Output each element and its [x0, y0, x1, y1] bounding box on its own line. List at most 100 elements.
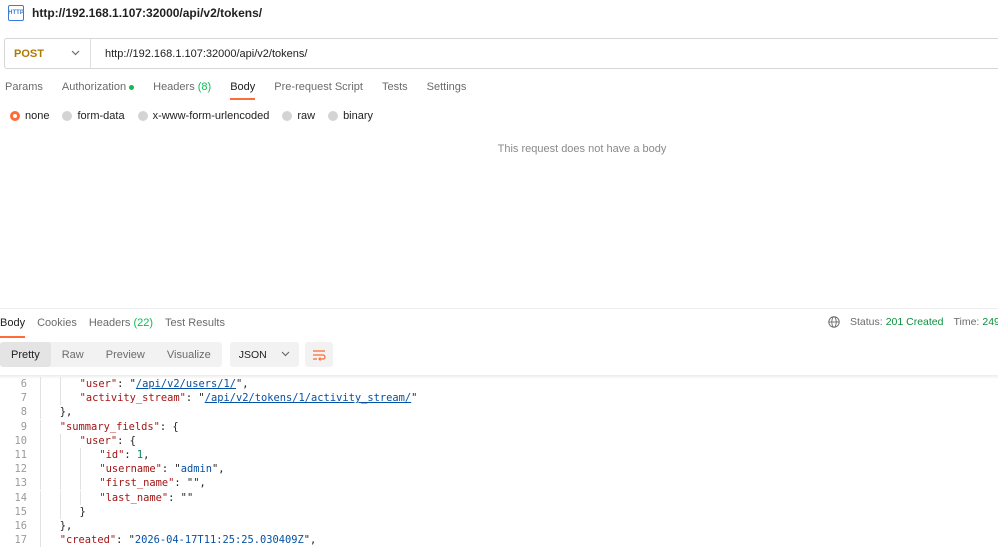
- url-input[interactable]: [103, 46, 907, 61]
- code-text: "user": "/api/v2/users/1/",: [40, 377, 249, 391]
- code-text: "id": 1,: [40, 447, 149, 462]
- response-status: Status: 201 Created Time: 249 ms: [828, 316, 998, 328]
- time-label: Time:: [953, 316, 980, 328]
- globe-icon[interactable]: [828, 316, 840, 328]
- code-line: 10 "user": {: [0, 433, 998, 448]
- format-select[interactable]: JSON: [229, 342, 299, 367]
- option-label: x-www-form-urlencoded: [152, 110, 270, 122]
- view-visualize-button[interactable]: Visualize: [156, 342, 222, 367]
- tab-count: (22): [133, 317, 154, 329]
- code-line: 13 "first_name": "",: [0, 476, 998, 491]
- request-tabs: Params Authorization Headers (8) Body Pr…: [0, 78, 480, 100]
- tab-label: Headers: [88, 317, 131, 329]
- request-title[interactable]: http://192.168.1.107:32000/api/v2/tokens…: [32, 6, 262, 20]
- response-tab-cookies[interactable]: Cookies: [37, 314, 77, 336]
- tab-authorization[interactable]: Authorization: [61, 78, 135, 100]
- tab-count: (8): [197, 81, 212, 93]
- response-tabs: Body Cookies Headers (22) Test Results: [0, 314, 237, 338]
- body-option-none[interactable]: none: [10, 110, 49, 122]
- code-line: 11 "id": 1,: [0, 447, 998, 462]
- view-preview-button[interactable]: Preview: [95, 342, 156, 367]
- tab-settings[interactable]: Settings: [427, 78, 467, 100]
- tab-label: Params: [5, 81, 43, 93]
- radio-icon: [282, 111, 293, 121]
- code-text: }: [40, 504, 86, 519]
- code-text: "user": {: [40, 433, 136, 448]
- body-option-form-data[interactable]: form-data: [62, 110, 125, 122]
- response-view-bar: Pretty Raw Preview Visualize JSON: [0, 342, 333, 367]
- tab-headers[interactable]: Headers (8): [153, 78, 211, 100]
- radio-icon: [137, 111, 148, 121]
- tab-label: Body: [230, 81, 256, 93]
- code-line: 7 "activity_stream": "/api/v2/tokens/1/a…: [0, 391, 998, 406]
- code-text: "username": "admin",: [40, 462, 224, 477]
- option-label: raw: [297, 110, 316, 122]
- tab-label: Tests: [381, 81, 408, 93]
- code-text: "summary_fields": {: [40, 419, 179, 434]
- line-number: 8: [20, 406, 27, 419]
- code-line: 16 },: [0, 518, 998, 533]
- http-request-icon: HTTP: [8, 5, 24, 21]
- option-label: none: [25, 110, 50, 122]
- body-option-binary[interactable]: binary: [328, 110, 373, 122]
- view-mode-group: Pretty Raw Preview Visualize: [0, 342, 222, 367]
- view-raw-button[interactable]: Raw: [51, 342, 95, 367]
- radio-icon: [62, 111, 73, 121]
- response-code-view[interactable]: 6 "user": "/api/v2/users/1/", 7 "activity…: [0, 377, 998, 547]
- view-pretty-button[interactable]: Pretty: [0, 342, 51, 367]
- line-number: 9: [20, 420, 27, 433]
- line-number: 15: [14, 505, 27, 518]
- code-line: 9 "summary_fields": {: [0, 419, 998, 434]
- chevron-down-icon: [281, 349, 290, 360]
- status-dot-icon: [129, 84, 135, 90]
- code-text: "last_name": "": [40, 490, 193, 505]
- tab-label: Headers: [153, 81, 195, 93]
- wrap-lines-icon: [312, 349, 326, 361]
- line-number: 6: [20, 378, 27, 390]
- url-bar: POST: [4, 38, 998, 69]
- body-option-urlencoded[interactable]: x-www-form-urlencoded: [137, 110, 270, 122]
- code-text: },: [40, 518, 73, 533]
- code-text: },: [40, 405, 73, 420]
- response-divider: [0, 308, 998, 309]
- body-option-raw[interactable]: raw: [282, 110, 315, 122]
- tab-label: Body: [0, 317, 26, 329]
- code-line: 15 }: [0, 504, 998, 519]
- tab-label: Test Results: [165, 317, 225, 329]
- line-number: 10: [14, 434, 27, 447]
- method-select[interactable]: POST: [5, 39, 91, 68]
- tab-body[interactable]: Body: [230, 78, 256, 100]
- line-number: 11: [14, 448, 27, 461]
- tab-label: Authorization: [61, 81, 127, 93]
- line-number: 12: [14, 463, 27, 476]
- tab-params[interactable]: Params: [5, 78, 43, 100]
- code-text: "activity_stream": "/api/v2/tokens/1/act…: [40, 391, 417, 406]
- radio-icon: [328, 111, 339, 121]
- response-tab-body[interactable]: Body: [0, 314, 26, 338]
- tab-pre-request-script[interactable]: Pre-request Script: [274, 78, 363, 100]
- line-number: 7: [20, 392, 27, 405]
- response-tab-headers[interactable]: Headers (22): [89, 314, 153, 336]
- line-number: 16: [14, 519, 27, 532]
- time-value[interactable]: 249 ms: [982, 316, 998, 328]
- method-label: POST: [14, 47, 44, 60]
- code-text: "first_name": "",: [40, 476, 206, 491]
- option-label: binary: [343, 110, 374, 122]
- request-header: HTTP http://192.168.1.107:32000/api/v2/t…: [0, 0, 998, 26]
- status-value[interactable]: 201 Created: [886, 316, 944, 328]
- format-label: JSON: [238, 348, 267, 361]
- code-line: 6 "user": "/api/v2/users/1/",: [0, 377, 998, 391]
- option-label: form-data: [77, 110, 125, 122]
- code-line: 12 "username": "admin",: [0, 462, 998, 477]
- response-tab-test-results[interactable]: Test Results: [165, 314, 225, 336]
- body-type-options: none form-data x-www-form-urlencoded raw…: [10, 110, 386, 122]
- tab-label: Pre-request Script: [274, 81, 363, 93]
- chevron-down-icon: [71, 48, 80, 59]
- wrap-lines-button[interactable]: [304, 342, 333, 367]
- empty-body-message: This request does not have a body: [497, 143, 667, 155]
- radio-checked-icon: [10, 111, 20, 121]
- tab-tests[interactable]: Tests: [382, 78, 408, 100]
- line-number: 13: [14, 477, 27, 490]
- code-line: 8 },: [0, 405, 998, 420]
- line-number: 14: [14, 491, 27, 504]
